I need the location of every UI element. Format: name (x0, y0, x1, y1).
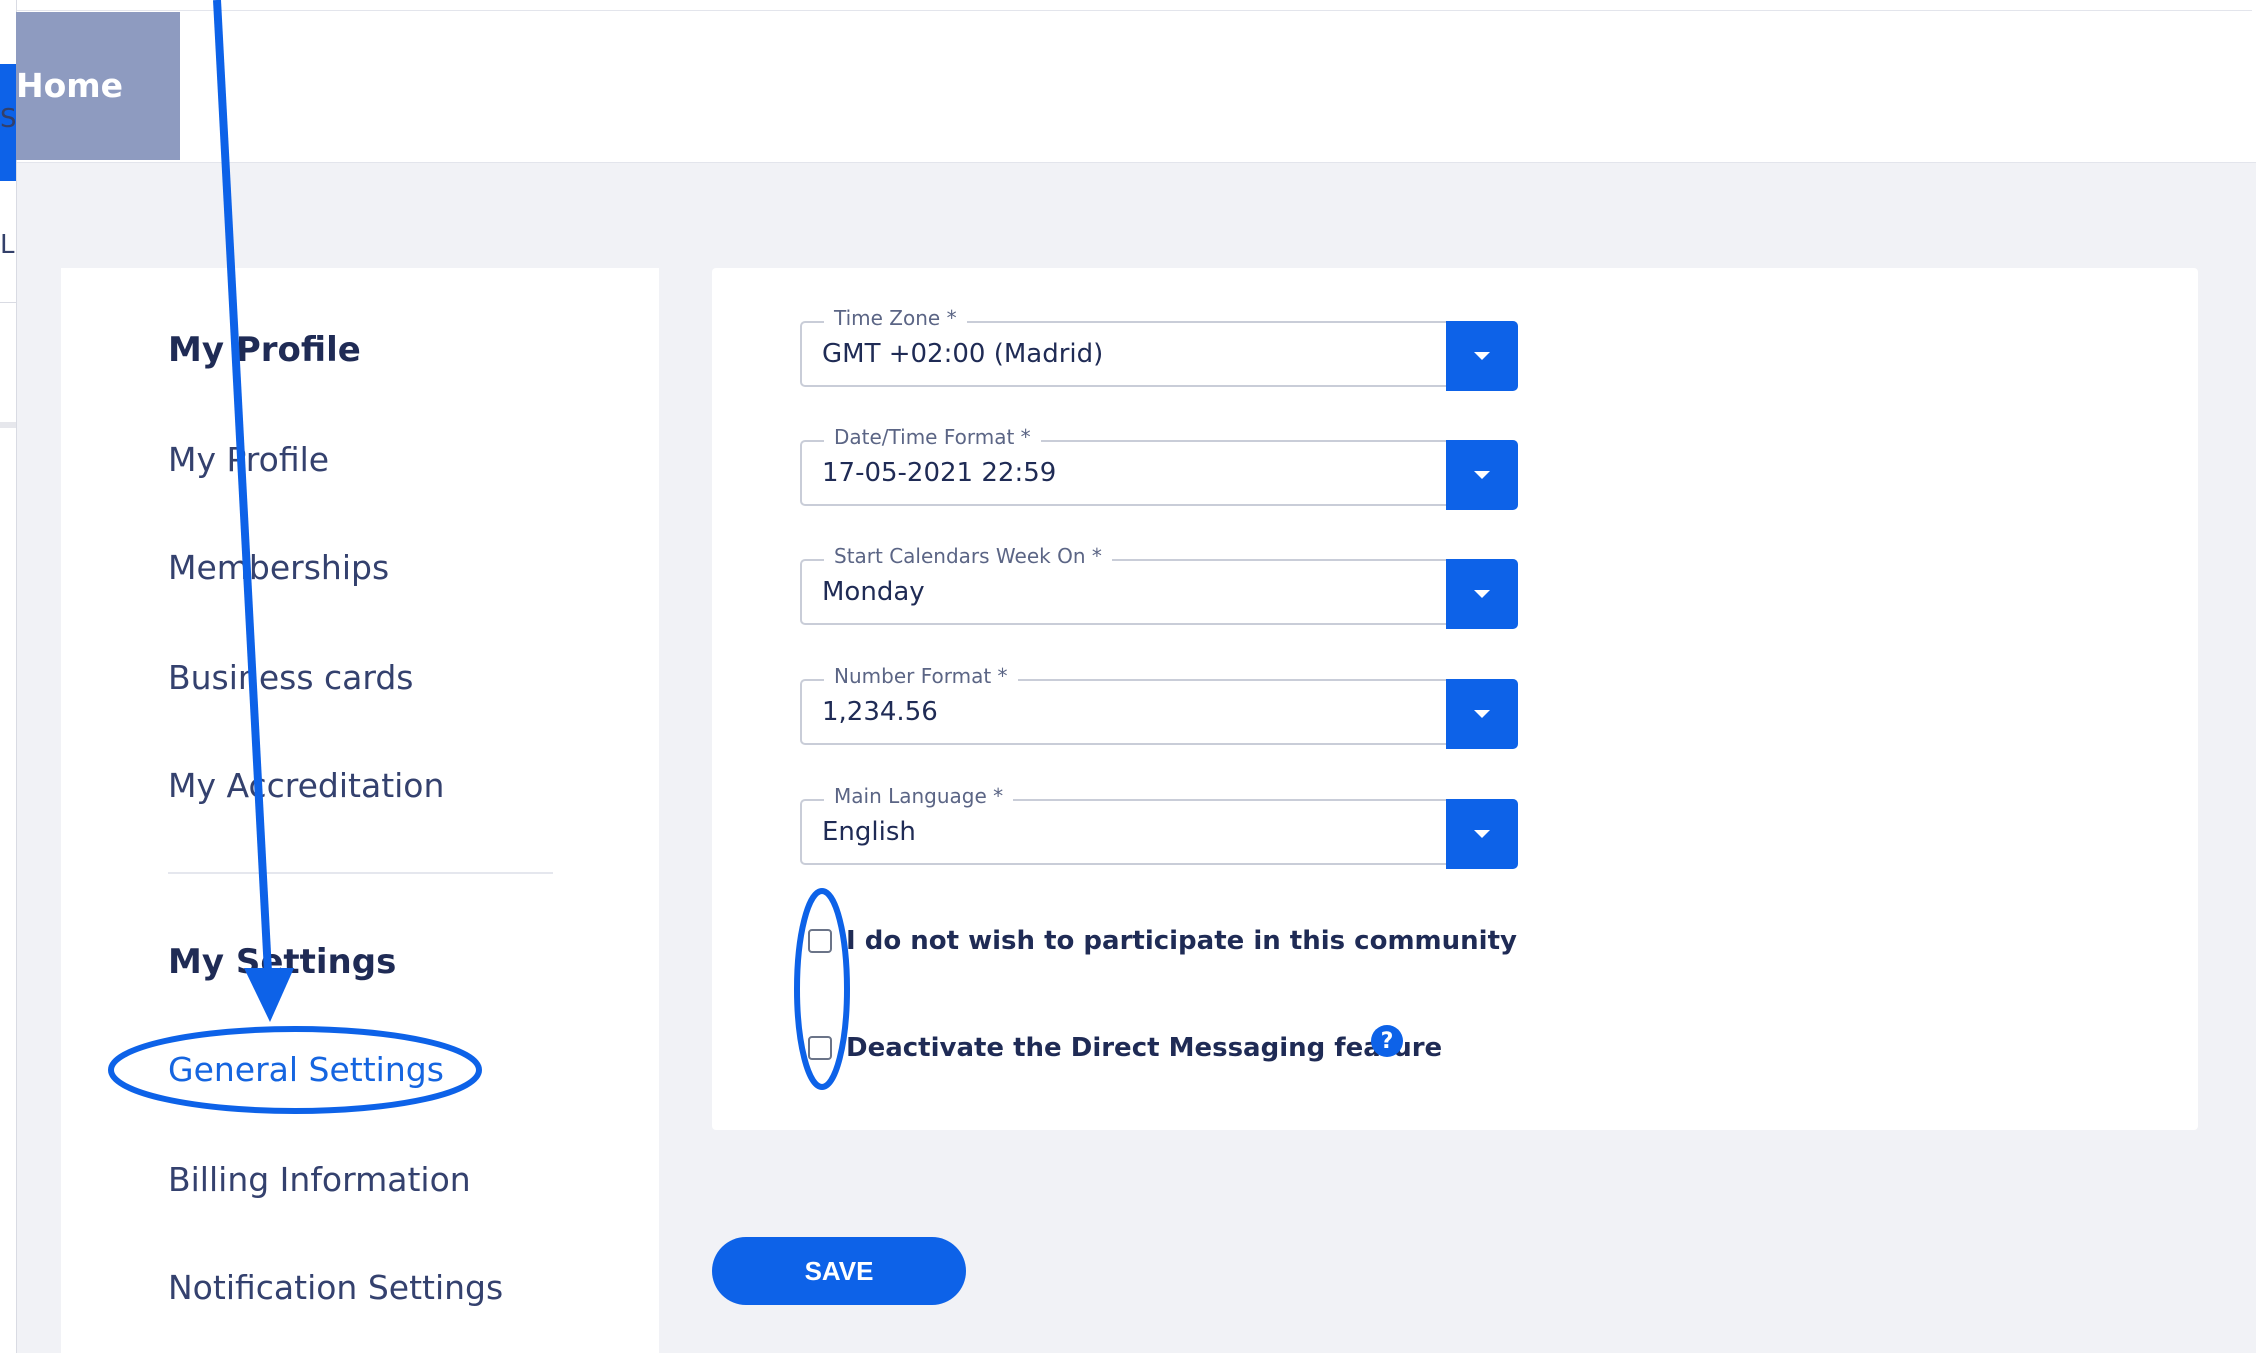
sidebar-item-memberships[interactable]: Memberships (168, 548, 389, 587)
time-zone-value: GMT +02:00 (Madrid) (822, 339, 1104, 369)
sidebar-item-notification-settings[interactable]: Notification Settings (168, 1268, 503, 1307)
number-format-value: 1,234.56 (822, 697, 938, 727)
help-icon[interactable]: ? (1371, 1025, 1403, 1057)
sidebar-divider (168, 872, 553, 874)
time-zone-select[interactable]: Time Zone * GMT +02:00 (Madrid) (800, 305, 1518, 391)
number-format-dropdown-button[interactable] (1446, 679, 1518, 749)
deactivate-dm-option[interactable]: Deactivate the Direct Messaging feature (808, 1033, 1442, 1063)
week-start-dropdown-button[interactable] (1446, 559, 1518, 629)
chevron-down-icon (1474, 471, 1490, 479)
time-zone-label: Time Zone * (824, 305, 967, 331)
datetime-format-select[interactable]: Date/Time Format * 17-05-2021 22:59 (800, 424, 1518, 510)
deactivate-dm-checkbox[interactable] (808, 1036, 832, 1060)
left-app-strip (0, 0, 17, 1353)
number-format-label: Number Format * (824, 663, 1018, 689)
settings-sidebar: My Profile My Profile Memberships Busine… (61, 268, 659, 1353)
sidebar-item-billing-information[interactable]: Billing Information (168, 1160, 471, 1199)
main-language-label: Main Language * (824, 783, 1014, 809)
edge-letter-l: L (0, 230, 15, 260)
datetime-format-dropdown-button[interactable] (1446, 440, 1518, 510)
edge-divider (0, 422, 16, 428)
week-start-value: Monday (822, 577, 925, 607)
home-tab[interactable]: Home (16, 12, 180, 160)
chevron-down-icon (1474, 830, 1490, 838)
edge-divider (0, 302, 16, 303)
sidebar-item-my-accreditation[interactable]: My Accreditation (168, 766, 444, 805)
chevron-down-icon (1474, 710, 1490, 718)
deactivate-dm-label: Deactivate the Direct Messaging feature (846, 1033, 1443, 1063)
no-participate-label: I do not wish to participate in this com… (846, 926, 1517, 956)
main-language-select[interactable]: Main Language * English (800, 783, 1518, 869)
save-button[interactable]: SAVE (712, 1237, 966, 1305)
top-browser-edge (16, 0, 2252, 11)
top-header-bar (0, 0, 2256, 163)
no-participate-checkbox[interactable] (808, 929, 832, 953)
week-start-label: Start Calendars Week On * (824, 543, 1112, 569)
chevron-down-icon (1474, 590, 1490, 598)
datetime-format-value: 17-05-2021 22:59 (822, 458, 1057, 488)
home-tab-label: Home (16, 66, 124, 105)
sidebar-item-business-cards[interactable]: Business cards (168, 658, 414, 697)
time-zone-dropdown-button[interactable] (1446, 321, 1518, 391)
main-language-dropdown-button[interactable] (1446, 799, 1518, 869)
week-start-select[interactable]: Start Calendars Week On * Monday (800, 543, 1518, 629)
sidebar-item-general-settings[interactable]: General Settings (168, 1050, 444, 1089)
sidebar-item-my-profile[interactable]: My Profile (168, 440, 329, 479)
my-profile-heading: My Profile (168, 330, 361, 370)
my-settings-heading: My Settings (168, 942, 397, 982)
number-format-select[interactable]: Number Format * 1,234.56 (800, 663, 1518, 749)
no-participate-option[interactable]: I do not wish to participate in this com… (808, 926, 1517, 956)
datetime-format-label: Date/Time Format * (824, 424, 1041, 450)
main-language-value: English (822, 817, 916, 847)
edge-letter-s: S (0, 104, 17, 134)
chevron-down-icon (1474, 352, 1490, 360)
